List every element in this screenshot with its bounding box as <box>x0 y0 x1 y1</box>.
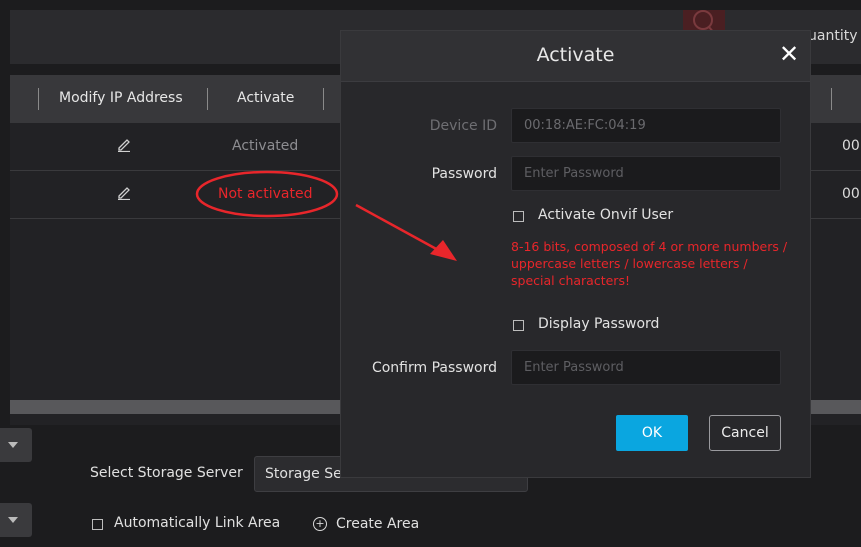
cancel-button[interactable]: Cancel <box>709 415 781 451</box>
password-rule-warning: 8-16 bits, composed of 4 or more numbers… <box>511 239 788 288</box>
display-password-label: Display Password <box>538 316 660 332</box>
quantity-label: uantity <box>808 28 858 44</box>
column-header-modify-ip[interactable]: Modify IP Address <box>59 90 183 106</box>
ok-button[interactable]: OK <box>616 415 688 451</box>
close-icon[interactable]: ✕ <box>779 39 799 69</box>
row-trailing-value: 00 <box>842 186 860 202</box>
onvif-user-label: Activate Onvif User <box>538 207 674 223</box>
dialog-header: Activate ✕ <box>341 31 810 82</box>
edit-icon[interactable] <box>116 184 132 204</box>
password-label: Password <box>431 166 497 182</box>
column-separator <box>323 88 324 110</box>
storage-server-label: Select Storage Server <box>90 465 243 481</box>
confirm-password-input[interactable] <box>511 350 781 385</box>
display-password-checkbox[interactable] <box>513 320 524 331</box>
chevron-down-icon <box>8 517 18 523</box>
device-id-field <box>511 108 781 143</box>
activation-status[interactable]: Not activated <box>218 186 313 202</box>
row-trailing-value: 00 <box>842 138 860 154</box>
activate-dialog: Activate ✕ Device ID Password Activate O… <box>341 31 810 477</box>
activation-status: Activated <box>232 138 299 154</box>
column-header-activate[interactable]: Activate <box>237 90 294 106</box>
auto-link-area-label: Automatically Link Area <box>114 515 281 531</box>
confirm-password-label: Confirm Password <box>371 360 497 376</box>
column-separator <box>38 88 39 110</box>
dialog-title: Activate <box>536 44 615 66</box>
device-id-label: Device ID <box>429 118 497 134</box>
create-area-link[interactable]: Create Area <box>336 516 419 532</box>
column-separator <box>831 88 832 110</box>
onvif-user-checkbox[interactable] <box>513 211 524 222</box>
edit-icon[interactable] <box>116 136 132 156</box>
auto-link-area-checkbox[interactable] <box>92 519 103 530</box>
column-separator <box>207 88 208 110</box>
plus-circle-icon[interactable]: + <box>313 517 327 531</box>
side-dropdown[interactable] <box>0 428 32 462</box>
side-dropdown[interactable] <box>0 503 32 537</box>
chevron-down-icon <box>8 442 18 448</box>
password-input[interactable] <box>511 156 781 191</box>
